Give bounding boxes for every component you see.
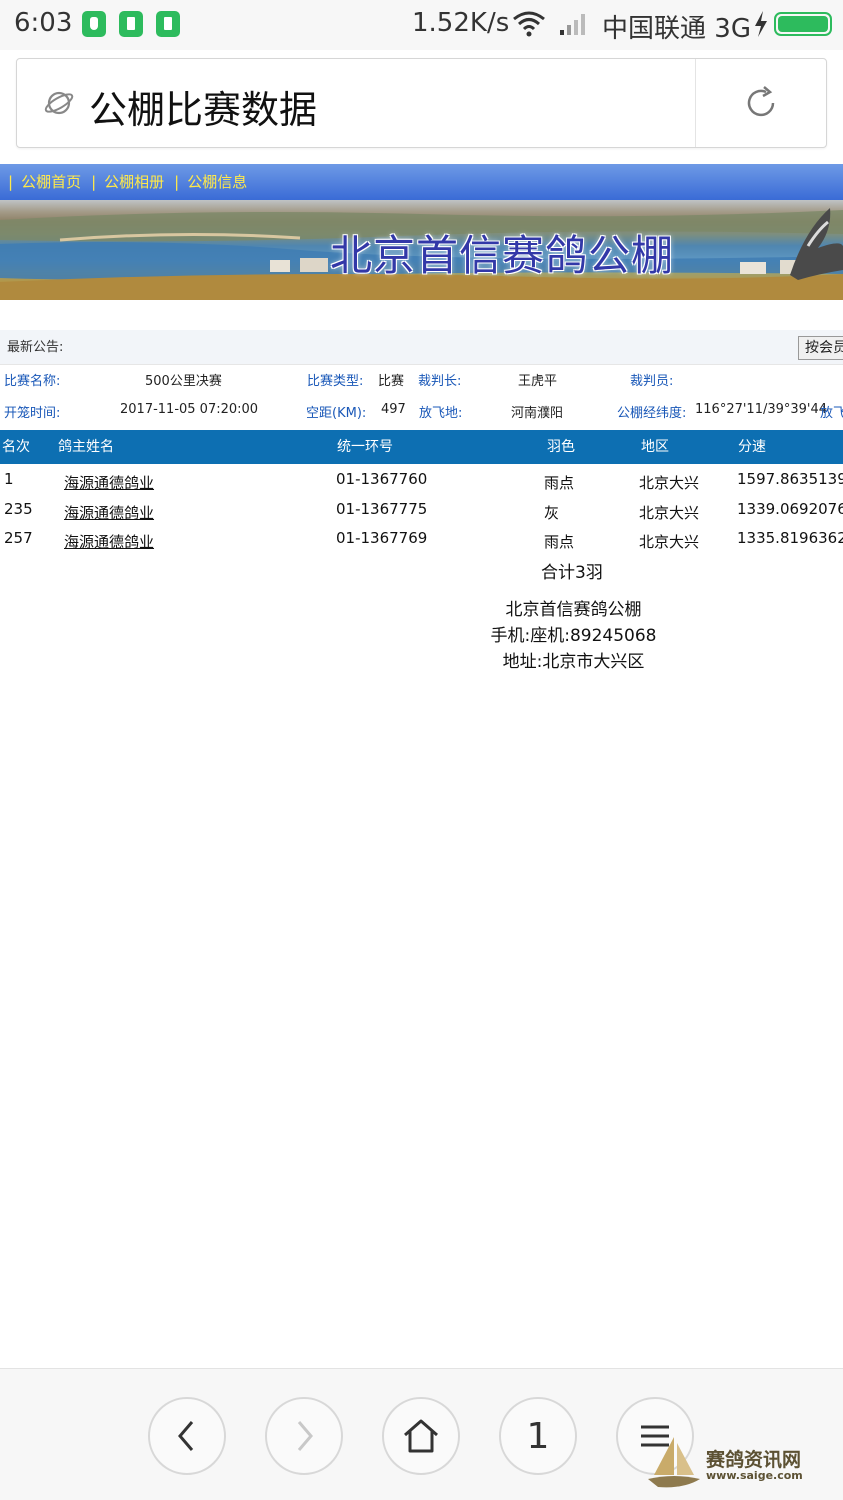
col-ring: 统一环号: [337, 439, 393, 455]
battery-saver-icon: [119, 11, 143, 37]
table-row-owner[interactable]: 海源通德鸽业: [64, 531, 154, 552]
security-shield-icon: [82, 11, 106, 37]
tabs-count: 1: [526, 1415, 550, 1457]
forward-button[interactable]: [265, 1397, 343, 1475]
page-title[interactable]: 公棚比赛数据: [89, 79, 317, 134]
race-name: 500公里决赛: [145, 374, 222, 389]
col-owner: 鸽主姓名: [58, 439, 114, 455]
race-name-label: 比赛名称:: [4, 374, 61, 389]
nav-link-album[interactable]: 公棚相册: [104, 173, 172, 191]
address-divider: [695, 59, 696, 147]
signal-strength-icon: [560, 14, 585, 35]
nav-link-info[interactable]: 公棚信息: [187, 173, 255, 191]
distance-label: 空距(KM):: [306, 406, 367, 421]
chief-judge: 王虎平: [518, 374, 558, 389]
coords-label: 公棚经纬度:: [617, 406, 687, 421]
wifi-icon: [513, 11, 545, 37]
release-place-label: 放飞地:: [419, 406, 463, 421]
site-watermark: 赛鸽资讯网 www.saige.com: [644, 1433, 814, 1493]
footer-phone: 手机:座机:89245068: [490, 626, 657, 646]
watermark-url: www.saige.com: [706, 1469, 803, 1482]
table-row-speed: 1335.8196362: [737, 529, 843, 547]
status-time: 6:03: [14, 8, 73, 38]
table-row-speed: 1597.8635139: [737, 470, 843, 488]
table-row-color: 雨点: [544, 533, 575, 551]
network-speed: 1.52K/s: [412, 8, 510, 38]
status-bar: 6:03 1.52K/s 中国联通 3G: [0, 0, 843, 50]
release-time-label: 开笼时间:: [4, 406, 61, 421]
banner-title: 北京首信赛鸽公棚: [330, 231, 675, 280]
member-sort-button[interactable]: 按会员: [798, 336, 843, 360]
chief-judge-label: 裁判长:: [418, 374, 462, 389]
site-nav: | 公棚首页 | 公棚相册 | 公棚信息: [0, 164, 843, 200]
owner-link[interactable]: 海源通德鸽业: [64, 504, 154, 522]
chevron-left-icon: [178, 1421, 194, 1451]
tabs-button[interactable]: 1: [499, 1397, 577, 1475]
owner-link[interactable]: 海源通德鸽业: [64, 533, 154, 551]
coords-tail: 放飞: [820, 406, 843, 421]
table-row-region: 北京大兴: [639, 474, 700, 492]
table-row-color: 雨点: [544, 474, 575, 492]
col-region: 地区: [641, 439, 669, 455]
table-row-color: 灰: [544, 504, 560, 522]
release-time: 2017-11-05 07:20:00: [120, 402, 259, 417]
planet-icon: [44, 91, 74, 115]
table-row-rank: 235: [4, 500, 33, 518]
table-row-ring: 01-1367775: [336, 500, 428, 518]
table-row-ring: 01-1367760: [336, 470, 428, 488]
table-row-speed: 1339.0692076: [737, 500, 843, 518]
address-bar[interactable]: 公棚比赛数据: [16, 58, 827, 148]
battery-notification-icon: [156, 11, 180, 37]
col-color: 羽色: [547, 439, 575, 455]
watermark-title: 赛鸽资讯网: [706, 1449, 802, 1471]
battery-icon: [774, 12, 832, 36]
col-speed: 分速: [738, 439, 766, 455]
race-type: 比赛: [378, 374, 405, 389]
race-type-label: 比赛类型:: [307, 374, 364, 389]
table-row-owner[interactable]: 海源通德鸽业: [64, 502, 154, 523]
home-button[interactable]: [382, 1397, 460, 1475]
referee-label: 裁判员:: [630, 374, 674, 389]
results-table-header: 名次 鸽主姓名 统一环号 羽色 地区 分速: [0, 430, 843, 464]
owner-link[interactable]: 海源通德鸽业: [64, 474, 154, 492]
sailboat-logo-icon: [648, 1437, 700, 1488]
coords: 116°27'11/39°39'44: [695, 402, 828, 417]
browser-bottom-bar: 1 赛鸽资讯网 www.saige.com: [0, 1368, 843, 1500]
table-row-region: 北京大兴: [639, 504, 700, 522]
notice-bar: 最新公告: 按会员: [0, 330, 843, 365]
table-row-rank: 1: [4, 470, 14, 488]
back-button[interactable]: [148, 1397, 226, 1475]
table-row-region: 北京大兴: [639, 533, 700, 551]
home-icon: [404, 1419, 438, 1453]
charging-bolt-icon: [755, 11, 767, 37]
release-place: 河南濮阳: [511, 406, 564, 421]
reload-icon[interactable]: [742, 84, 780, 122]
table-row-ring: 01-1367769: [336, 529, 428, 547]
distance: 497: [381, 402, 406, 417]
nav-link-home[interactable]: 公棚首页: [21, 173, 89, 191]
results-total: 合计3羽: [541, 563, 603, 583]
footer-address: 地址:北京市大兴区: [502, 652, 645, 672]
chevron-right-icon: [297, 1421, 313, 1451]
footer-name: 北京首信赛鸽公棚: [505, 600, 642, 620]
carrier-label: 中国联通 3G: [602, 14, 751, 44]
notice-label: 最新公告:: [7, 340, 64, 355]
col-rank: 名次: [2, 439, 30, 455]
table-row-owner[interactable]: 海源通德鸽业: [64, 472, 154, 493]
table-row-rank: 257: [4, 529, 33, 547]
site-banner: 北京首信赛鸽公棚: [0, 200, 843, 300]
